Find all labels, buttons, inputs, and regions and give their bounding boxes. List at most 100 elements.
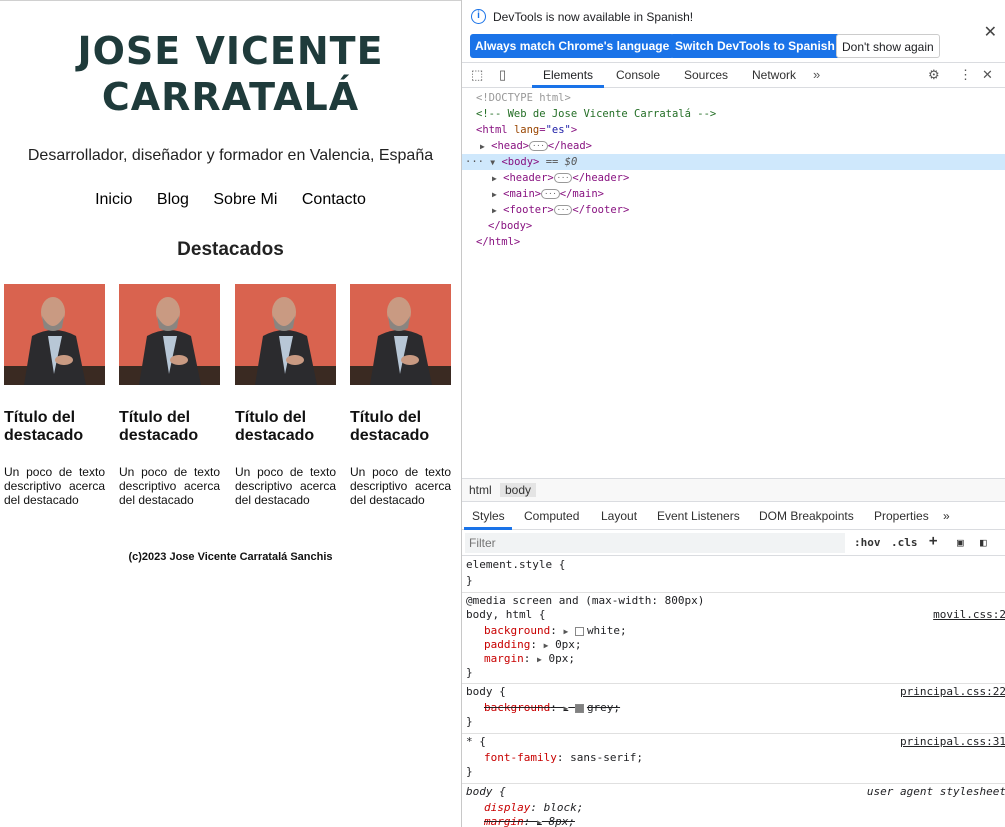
style-declaration[interactable]: background: ▶ white;	[484, 624, 627, 639]
overridden-declaration[interactable]: margin: ▶ 8px;	[484, 815, 575, 827]
main-tag: <main>	[503, 188, 542, 200]
devtools-panel: i DevTools is now available in Spanish! …	[461, 0, 1005, 827]
media-query: @media screen and (max-width: 800px)	[466, 594, 705, 607]
device-toolbar-icon[interactable]: ▯	[499, 67, 506, 83]
featured-card: Título del destacado Un poco de texto de…	[235, 284, 336, 507]
dom-line-body-selected[interactable]: ··· ▼ <body> == $0	[462, 154, 1005, 170]
more-subtabs-icon[interactable]: »	[943, 509, 950, 523]
subtab-properties[interactable]: Properties	[874, 509, 929, 523]
tab-elements[interactable]: Elements	[543, 68, 593, 82]
language-notice: i DevTools is now available in Spanish! …	[462, 0, 1005, 63]
selected-marker: == $0	[545, 156, 578, 168]
color-swatch-icon[interactable]	[574, 703, 584, 713]
breadcrumb-html[interactable]: html	[469, 483, 492, 497]
switch-language-button[interactable]: Switch DevTools to Spanish	[670, 34, 840, 58]
dom-line-html-close[interactable]: </html>	[462, 234, 1005, 250]
featured-photo	[350, 284, 451, 385]
featured-card-title: Título del destacado	[4, 409, 84, 444]
hover-state-toggle[interactable]: :hov	[854, 536, 881, 549]
rule-selector[interactable]: element.style {	[466, 558, 565, 572]
nav-link-contacto[interactable]: Contacto	[302, 191, 366, 209]
body-close-tag: </body>	[488, 220, 533, 232]
ellipsis-icon[interactable]: ···	[541, 189, 560, 199]
subtab-layout[interactable]: Layout	[601, 509, 637, 523]
dom-line-html[interactable]: <html lang="es">	[462, 122, 1005, 138]
sidebar-toggle-icon[interactable]: ◧	[980, 536, 987, 549]
rule-source-link[interactable]: principal.css:22	[900, 685, 1005, 699]
subtab-styles[interactable]: Styles	[472, 509, 505, 523]
header-tag: <header>	[503, 172, 554, 184]
ellipsis-icon[interactable]: ···	[529, 141, 548, 151]
gear-icon[interactable]: ⚙	[928, 67, 940, 83]
rule-selector[interactable]: body, html {	[466, 608, 545, 622]
expand-arrow-icon[interactable]: ▶	[480, 142, 485, 151]
lang-value: "es"	[545, 124, 571, 136]
close-devtools-icon[interactable]: ✕	[982, 67, 993, 83]
header-close-tag: </header>	[572, 172, 630, 184]
styles-pane: element.style { } @media screen and (max…	[462, 557, 1005, 827]
match-language-button[interactable]: Always match Chrome's language	[470, 34, 675, 58]
dont-show-again-button[interactable]: Don't show again	[836, 34, 940, 58]
nav-link-blog[interactable]: Blog	[157, 191, 189, 209]
style-declaration[interactable]: font-family: sans-serif;	[484, 751, 643, 765]
featured-card: Título del destacado Un poco de texto de…	[350, 284, 451, 507]
expand-arrow-icon[interactable]: ▶	[492, 174, 497, 183]
kebab-menu-icon[interactable]: ⋮	[959, 67, 972, 83]
overridden-declaration[interactable]: background: ▶ grey;	[484, 701, 620, 716]
subtab-computed[interactable]: Computed	[524, 509, 579, 523]
dom-line-main[interactable]: ▶ <main> ··· </main>	[462, 186, 1005, 202]
dom-line-body-close[interactable]: </body>	[462, 218, 1005, 234]
new-rule-icon[interactable]: +	[929, 533, 937, 549]
more-tabs-icon[interactable]: »	[813, 67, 820, 82]
class-toggle[interactable]: .cls	[891, 536, 918, 549]
rule-selector[interactable]: body {	[466, 685, 506, 699]
paint-icon[interactable]: ▣	[957, 536, 964, 549]
styles-filter-input[interactable]	[465, 533, 845, 553]
prop-name: margin	[484, 815, 524, 827]
rule-source-label: user agent stylesheet	[866, 785, 1005, 798]
ellipsis-icon[interactable]: ···	[465, 156, 484, 168]
subtab-dom-breakpoints[interactable]: DOM Breakpoints	[759, 509, 854, 523]
dom-line-header[interactable]: ▶ <header> ··· </header>	[462, 170, 1005, 186]
tab-sources[interactable]: Sources	[684, 68, 728, 82]
tab-network[interactable]: Network	[752, 68, 796, 82]
rule-selector[interactable]: body {	[466, 785, 506, 799]
expand-arrow-icon[interactable]: ▶	[492, 206, 497, 215]
main-nav: Inicio Blog Sobre Mi Contacto	[0, 191, 461, 209]
featured-card-text: Un poco de texto descriptivo acerca del …	[350, 465, 451, 507]
breadcrumb-body[interactable]: body	[500, 483, 537, 497]
style-rule-universal: * { principal.css:31 font-family: sans-s…	[462, 734, 1005, 784]
style-declaration[interactable]: margin: ▶ 0px;	[484, 652, 575, 667]
rule-selector[interactable]: * {	[466, 735, 486, 749]
rule-close: }	[466, 574, 473, 587]
ellipsis-icon[interactable]: ···	[553, 173, 573, 183]
website-viewport: JOSE VICENTE CARRATALÁ Desarrollador, di…	[0, 0, 461, 827]
style-declaration[interactable]: display: block;	[484, 801, 583, 815]
dom-line-head[interactable]: ▶ <head> ··· </head>	[462, 138, 1005, 154]
subtab-event-listeners[interactable]: Event Listeners	[657, 509, 740, 523]
prop-value: sans-serif;	[570, 751, 643, 764]
styles-subtabs: Styles Computed Layout Event Listeners D…	[462, 503, 1005, 530]
close-icon[interactable]: ✕	[984, 22, 997, 42]
expand-arrow-icon[interactable]: ▶	[492, 190, 497, 199]
featured-photo	[119, 284, 220, 385]
featured-card-text: Un poco de texto descriptivo acerca del …	[119, 465, 220, 507]
prop-name: background	[484, 624, 551, 637]
rule-source-link[interactable]: principal.css:31	[900, 735, 1005, 749]
prop-value: 0px;	[555, 638, 582, 651]
prop-value: grey;	[586, 701, 621, 714]
color-swatch-icon[interactable]	[574, 626, 584, 636]
html-close-tag: </html>	[476, 236, 521, 248]
rule-source-link[interactable]: movil.css:2	[933, 608, 1005, 622]
tab-console[interactable]: Console	[616, 68, 660, 82]
dom-line-doctype[interactable]: <!DOCTYPE html>	[462, 90, 1005, 106]
collapse-arrow-icon[interactable]: ▼	[490, 158, 495, 167]
style-rule-media: @media screen and (max-width: 800px) bod…	[462, 593, 1005, 684]
dom-line-comment[interactable]: <!-- Web de Jose Vicente Carratalá -->	[462, 106, 1005, 122]
inspect-element-icon[interactable]: ⬚	[471, 67, 483, 83]
nav-link-inicio[interactable]: Inicio	[95, 191, 132, 209]
ellipsis-icon[interactable]: ···	[553, 205, 573, 215]
style-declaration[interactable]: padding: ▶ 0px;	[484, 638, 582, 653]
dom-line-footer[interactable]: ▶ <footer> ··· </footer>	[462, 202, 1005, 218]
nav-link-sobre-mi[interactable]: Sobre Mi	[213, 191, 277, 209]
